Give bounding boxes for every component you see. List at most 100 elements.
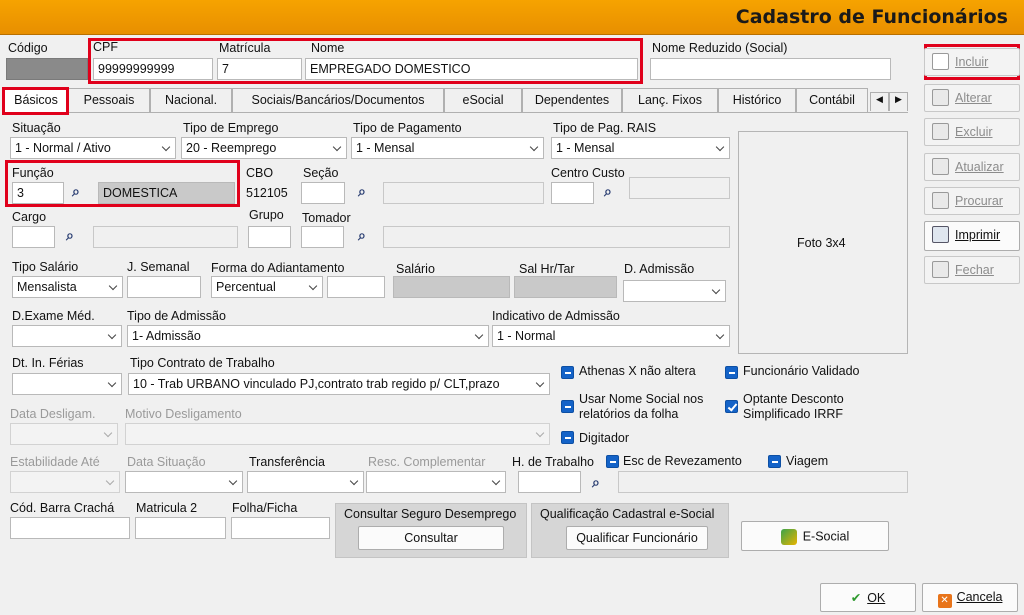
forma-adiantamento-select[interactable]: Percentual [211, 276, 323, 298]
d-admissao-select[interactable] [623, 280, 726, 302]
consultar-button[interactable]: Consultar [358, 526, 504, 550]
alterar-button[interactable]: Alterar [924, 84, 1020, 112]
procurar-label: Procurar [955, 194, 1003, 208]
tab-dependentes[interactable]: Dependentes [522, 88, 622, 112]
qualificar-button[interactable]: Qualificar Funcionário [566, 526, 708, 550]
dt-ferias-select[interactable] [12, 373, 122, 395]
tab-sociais-bancarios[interactable]: Sociais/Bancários/Documentos [232, 88, 444, 112]
binoculars-icon[interactable]: ⌕ [358, 183, 366, 200]
chevron-right-icon: ▶ [895, 94, 902, 104]
tomador-input[interactable] [301, 226, 344, 248]
tab-contabil[interactable]: Contábil [796, 88, 868, 112]
secao-label: Seção [303, 166, 339, 180]
nome-social-checkbox[interactable] [561, 400, 574, 413]
adiantamento-valor-input[interactable] [327, 276, 385, 298]
tipo-emprego-select[interactable]: 20 - Reemprego [181, 137, 347, 159]
digitador-label: Digitador [579, 431, 630, 445]
resc-complementar-select[interactable] [366, 471, 506, 493]
h-trabalho-input[interactable] [518, 471, 581, 493]
photo-frame[interactable]: Foto 3x4 [738, 131, 908, 354]
tab-pessoais[interactable]: Pessoais [68, 88, 150, 112]
optante-label-1: Optante Desconto [743, 392, 844, 406]
d-exame-label: D.Exame Méd. [12, 309, 95, 323]
indicativo-admissao-label: Indicativo de Admissão [492, 309, 620, 323]
h-trabalho-desc-field [618, 471, 908, 493]
qualificacao-group: Qualificação Cadastral e-Social Qualific… [531, 503, 729, 558]
athenas-checkbox[interactable] [561, 366, 574, 379]
fechar-button[interactable]: Fechar [924, 256, 1020, 284]
dt-ferias-label: Dt. In. Férias [12, 356, 84, 370]
imprimir-button[interactable]: Imprimir [924, 221, 1020, 251]
funcao-desc-field: DOMESTICA [98, 182, 235, 204]
matricula2-input[interactable] [135, 517, 226, 539]
procurar-button[interactable]: Procurar [924, 187, 1020, 215]
cbo-label: CBO [246, 166, 274, 180]
data-situacao-select[interactable] [125, 471, 243, 493]
tipo-pag-rais-select[interactable]: 1 - Mensal [551, 137, 730, 159]
tipo-pag-rais-label: Tipo de Pag. RAIS [553, 121, 657, 135]
tab-esocial[interactable]: eSocial [444, 88, 522, 112]
atualizar-button[interactable]: Atualizar [924, 153, 1020, 181]
transferencia-select[interactable] [247, 471, 364, 493]
digitador-checkbox[interactable] [561, 431, 574, 444]
centro-custo-input[interactable] [551, 182, 594, 204]
ok-button[interactable]: ✔ OK [820, 583, 916, 612]
codigo-field[interactable] [6, 58, 88, 80]
esocial-button[interactable]: E-Social [741, 521, 889, 551]
tipo-emprego-label: Tipo de Emprego [183, 121, 279, 135]
tipo-contrato-select[interactable]: 10 - Trab URBANO vinculado PJ,contrato t… [128, 373, 550, 395]
estabilidade-select [10, 471, 120, 493]
tab-scroll-left[interactable]: ◀ [870, 92, 889, 111]
cargo-input[interactable] [12, 226, 55, 248]
seguro-desemprego-group: Consultar Seguro Desemprego Consultar [335, 503, 527, 558]
matricula-input[interactable]: 7 [217, 58, 302, 80]
viagem-checkbox[interactable] [768, 455, 781, 468]
optante-irrf-checkbox[interactable] [725, 400, 738, 413]
incluir-button[interactable]: Incluir [924, 48, 1020, 76]
nome-reduzido-input[interactable] [650, 58, 891, 80]
funcionario-validado-label: Funcionário Validado [743, 364, 860, 378]
qualificacao-group-title: Qualificação Cadastral e-Social [540, 507, 715, 521]
tipo-salario-select[interactable]: Mensalista [12, 276, 123, 298]
tab-historico[interactable]: Histórico [718, 88, 796, 112]
binoculars-icon[interactable]: ⌕ [66, 227, 74, 244]
tab-label: Nacional. [164, 93, 218, 107]
data-situacao-label: Data Situação [127, 455, 206, 469]
tipo-pagamento-label: Tipo de Pagamento [353, 121, 462, 135]
sal-hr-label: Sal Hr/Tar [519, 262, 575, 276]
data-deslig-select [10, 423, 118, 445]
binoculars-icon[interactable]: ⌕ [592, 474, 600, 491]
binoculars-icon[interactable]: ⌕ [358, 227, 366, 244]
tipo-pagamento-select[interactable]: 1 - Mensal [351, 137, 544, 159]
grupo-input[interactable] [248, 226, 291, 248]
tab-scroll-right[interactable]: ▶ [889, 92, 908, 111]
excluir-button[interactable]: Excluir [924, 118, 1020, 146]
tab-lanc-fixos[interactable]: Lanç. Fixos [622, 88, 718, 112]
tipo-admissao-select[interactable]: 1- Admissão [127, 325, 489, 347]
secao-input[interactable] [301, 182, 345, 204]
tab-nacional[interactable]: Nacional. [150, 88, 232, 112]
folha-ficha-input[interactable] [231, 517, 330, 539]
situacao-label: Situação [12, 121, 61, 135]
indicativo-admissao-select[interactable]: 1 - Normal [492, 325, 730, 347]
cod-barra-input[interactable] [10, 517, 130, 539]
situacao-select[interactable]: 1 - Normal / Ativo [10, 137, 176, 159]
d-exame-select[interactable] [12, 325, 122, 347]
cpf-input[interactable]: 99999999999 [93, 58, 213, 80]
tab-label: Contábil [809, 93, 855, 107]
tab-bar: Básicos Pessoais Nacional. Sociais/Bancá… [2, 88, 908, 114]
cancela-button[interactable]: ✕ Cancela [922, 583, 1018, 612]
transferencia-label: Transferência [249, 455, 325, 469]
tab-label: Sociais/Bancários/Documentos [251, 93, 425, 107]
binoculars-icon[interactable]: ⌕ [604, 183, 612, 200]
binoculars-icon[interactable]: ⌕ [72, 183, 80, 200]
esc-revezamento-checkbox[interactable] [606, 455, 619, 468]
tab-label: eSocial [462, 93, 504, 107]
nome-input[interactable]: EMPREGADO DOMESTICO [305, 58, 638, 80]
funcionario-validado-checkbox[interactable] [725, 366, 738, 379]
j-semanal-input[interactable] [127, 276, 201, 298]
cod-barra-label: Cód. Barra Crachá [10, 501, 115, 515]
tipo-salario-label: Tipo Salário [12, 260, 79, 274]
funcao-code-input[interactable]: 3 [12, 182, 64, 204]
tab-label: Dependentes [534, 93, 610, 107]
